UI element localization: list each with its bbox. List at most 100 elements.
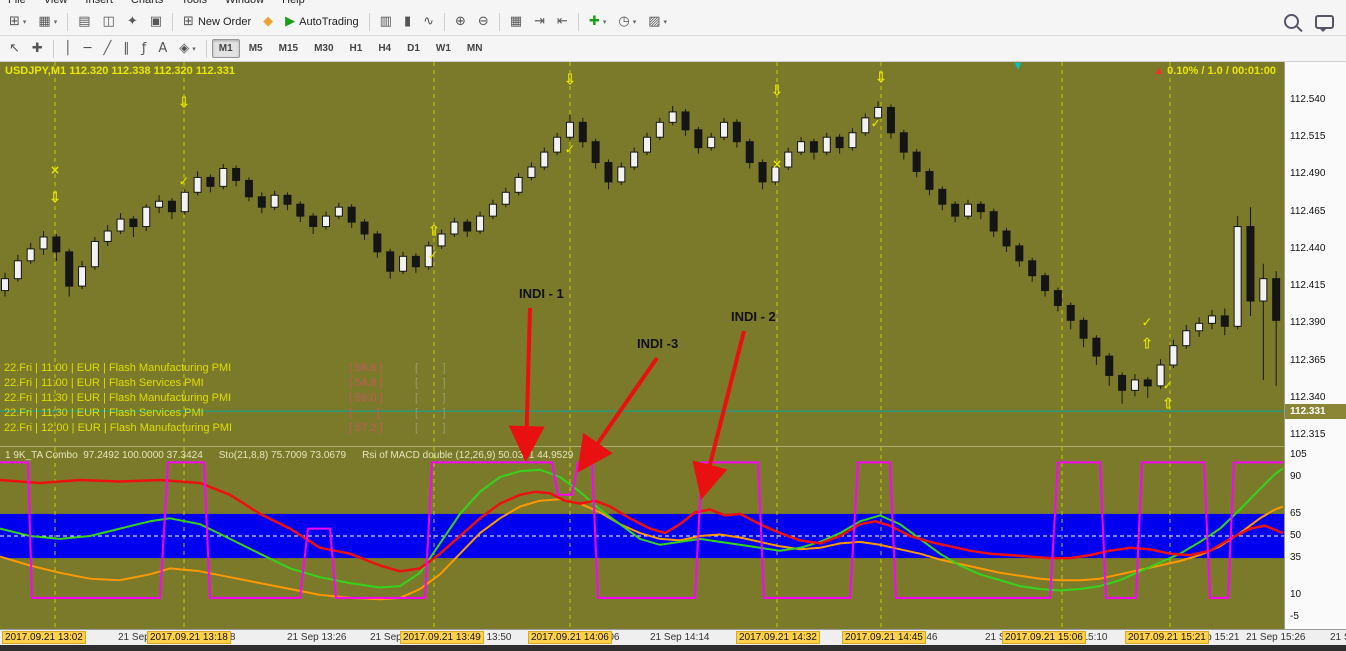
crosshair-button[interactable]: ✚ (27, 37, 48, 61)
profiles-button[interactable]: ▦ ▾ (33, 10, 62, 34)
fibonacci-icon: ƒ (141, 41, 147, 56)
timeframe-m5[interactable]: M5 (242, 39, 270, 58)
zoom-in-button[interactable]: ⊕ (450, 10, 471, 34)
candle (129, 218, 138, 228)
arrows-tool-button[interactable]: ◈ ▾ (174, 37, 201, 61)
candle (488, 203, 497, 217)
timeframe-h1[interactable]: H1 (343, 39, 370, 58)
candle (476, 215, 485, 232)
candle (219, 167, 228, 187)
timeframe-d1[interactable]: D1 (400, 39, 427, 58)
bid-price-badge: 112.331 (1285, 404, 1346, 420)
checkmark-mark: ✓ (178, 174, 190, 190)
candle (155, 200, 164, 208)
time-axis[interactable]: 21 Sep 13:0221 Sep 13:1021 Sep 13:1821 S… (0, 629, 1346, 645)
separator (67, 12, 69, 31)
search-button[interactable] (1284, 14, 1299, 29)
candle (964, 203, 972, 217)
menu-item-insert[interactable]: Insert (85, 0, 113, 6)
candlestick-chart[interactable] (0, 62, 1284, 447)
candle (1272, 278, 1281, 321)
cursor-button[interactable]: ↖ (4, 37, 25, 61)
menu-item-tools[interactable]: Tools (181, 0, 207, 6)
candle (707, 136, 716, 149)
news-event-line: 22.Fri | 11:00 | EUR | Flash Manufacturi… (4, 362, 446, 374)
candle (103, 230, 112, 242)
menu-item-window[interactable]: Window (225, 0, 264, 6)
equidistant-channel-icon: ∥ (123, 41, 130, 56)
vertical-line-button[interactable]: │ (59, 37, 77, 61)
menu-item-file[interactable]: File (8, 0, 26, 6)
indicator-panel[interactable] (0, 447, 1284, 629)
candle (1079, 319, 1088, 339)
trendline-button[interactable]: ╱ (98, 37, 116, 61)
timeframe-m1[interactable]: M1 (211, 39, 240, 58)
autotrading-button[interactable]: ▶ AutoTrading (280, 10, 364, 34)
candle (411, 255, 420, 268)
new-order-button[interactable]: ⊞ New Order (178, 10, 256, 34)
bar-chart-button[interactable]: ▥ (375, 10, 397, 34)
timeframe-mn[interactable]: MN (460, 39, 490, 58)
timeframe-w1[interactable]: W1 (429, 39, 458, 58)
timeframe-m30[interactable]: M30 (307, 39, 340, 58)
text-tool-button[interactable]: A (153, 37, 172, 61)
separator (444, 12, 446, 31)
navigator-button[interactable]: ✦ (122, 10, 143, 34)
metaeditor-button[interactable]: ◆ (258, 10, 278, 34)
news-event-extra: [ ] (415, 392, 446, 404)
new-chart-icon: ⊞ (9, 14, 20, 29)
highlighted-time-label: 2017.09.21 13:49 (400, 631, 484, 644)
equidistant-channel-button[interactable]: ∥ (118, 37, 135, 61)
candle (193, 176, 202, 193)
templates-button[interactable]: ▨ ▾ (643, 10, 672, 34)
checkmark-mark: ✓ (1162, 378, 1174, 394)
news-event-text: 22.Fri | 11:30 | EUR | Flash Manufacturi… (4, 392, 232, 404)
chart-area[interactable]: USDJPY,M1 112.320 112.338 112.320 112.33… (0, 62, 1284, 629)
line-chart-button[interactable]: ∿ (418, 10, 439, 34)
up-arrow-mark: ⇧ (1161, 394, 1175, 413)
new-chart-button[interactable]: ⊞ ▾ (4, 10, 31, 34)
zoom-out-button[interactable]: ⊖ (473, 10, 494, 34)
periods-button[interactable]: ◷ ▾ (613, 10, 641, 34)
candle (501, 191, 510, 205)
tile-windows-button[interactable]: ▦ (505, 10, 527, 34)
timeframe-h4[interactable]: H4 (371, 39, 398, 58)
candle (1053, 290, 1062, 306)
data-window-button[interactable]: ◫ (98, 10, 120, 34)
candle-chart-button[interactable]: ▮ (399, 10, 416, 34)
highlighted-time-label: 2017.09.21 15:21 (1125, 631, 1209, 644)
news-event-value: [ ] (349, 407, 380, 419)
candle (553, 136, 562, 153)
price-scale[interactable]: 112.540 112.515 112.490 112.465 112.440 112.4… (1284, 62, 1346, 629)
candle (1118, 374, 1127, 391)
menu-item-help[interactable]: Help (282, 0, 305, 6)
candle (283, 194, 292, 205)
terminal-button[interactable]: ▣ (145, 10, 167, 34)
candle (655, 121, 664, 138)
indicators-button[interactable]: ✚ ▾ (584, 10, 611, 34)
highlighted-time-label: 2017.09.21 15:06 (1002, 631, 1086, 644)
auto-scroll-button[interactable]: ⇥ (529, 10, 550, 34)
price-label: 112.365 (1290, 354, 1326, 366)
candle (373, 233, 382, 253)
menu-items: File View Insert Charts Tools Window Help (0, 0, 1346, 6)
timeframe-m15[interactable]: M15 (272, 39, 305, 58)
down-arrow-mark: ⇩ (874, 68, 888, 87)
market-watch-button[interactable]: ▤ (73, 10, 95, 34)
menu-item-charts[interactable]: Charts (131, 0, 163, 6)
news-event-value: [ 57.2 ] (349, 422, 383, 434)
chat-button[interactable] (1315, 14, 1334, 32)
candle (65, 251, 74, 287)
candle (797, 141, 806, 153)
candle (514, 176, 523, 193)
candle (758, 162, 767, 183)
autotrading-label: AutoTrading (299, 15, 359, 28)
candle (976, 203, 985, 213)
horizontal-line-button[interactable]: ─ (79, 37, 97, 61)
indicator-values-combo: 1 9K_TA Combo 97.2492 100.0000 37.3424 (5, 450, 203, 461)
candle (270, 194, 279, 208)
menu-item-view[interactable]: View (44, 0, 68, 6)
panel-divider[interactable] (0, 446, 1284, 447)
chart-shift-button[interactable]: ⇤ (552, 10, 573, 34)
fibonacci-button[interactable]: ƒ (137, 37, 152, 61)
